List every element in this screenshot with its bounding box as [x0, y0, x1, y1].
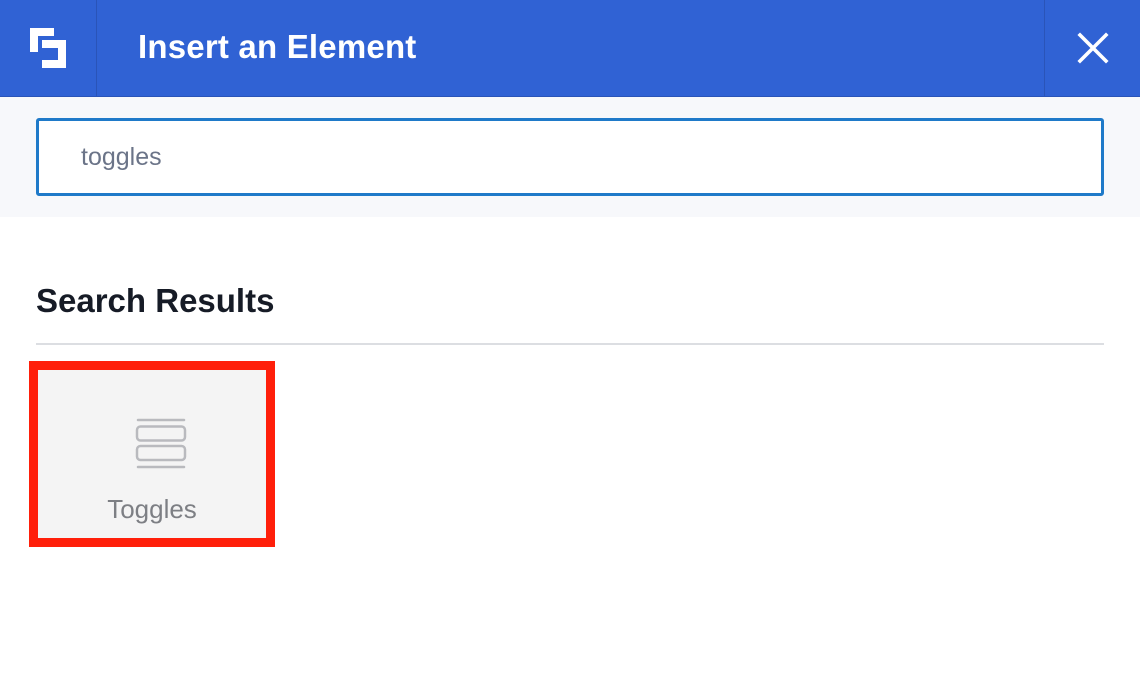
dialog-header: Insert an Element: [0, 0, 1140, 97]
dialog-title: Insert an Element: [138, 28, 417, 65]
result-item-toggles[interactable]: Toggles: [29, 361, 275, 547]
close-icon: [1076, 32, 1109, 64]
results-heading: Search Results: [36, 282, 275, 319]
logo-cell: [0, 0, 97, 96]
builder-logo-icon: [30, 28, 66, 68]
search-input[interactable]: [36, 118, 1104, 196]
close-button[interactable]: [1044, 0, 1140, 96]
results-divider: [36, 343, 1104, 345]
result-item-label: Toggles: [107, 494, 197, 524]
search-area: [0, 97, 1140, 217]
toggles-icon: [135, 418, 187, 469]
insert-element-dialog: Insert an Element Search Results Toggles: [0, 0, 1140, 690]
